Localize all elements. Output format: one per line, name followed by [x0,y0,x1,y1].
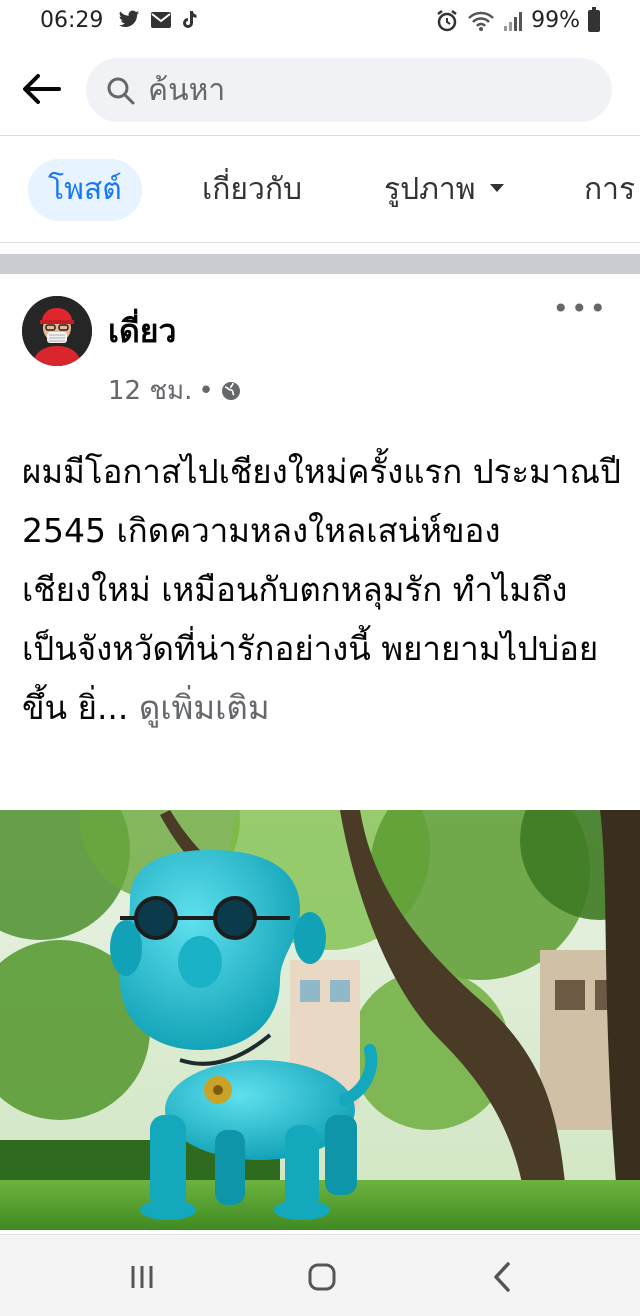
signal-icon [504,11,523,31]
back-button[interactable] [18,66,64,112]
meta-separator: • [198,375,214,406]
search-icon [107,77,135,105]
tab-posts[interactable]: โพสต์ [28,159,142,221]
status-bar: 06:29 99% [0,0,640,44]
recents-icon [131,1266,153,1288]
photo-image [0,810,640,1230]
tab-photos[interactable]: รูปภาพ [384,159,504,221]
caret-down-icon [489,183,504,192]
search-input[interactable] [148,68,588,112]
post-body: ผมมีโอกาสไปเชียงใหม่ครั้งแรก ประมาณปี 25… [22,452,621,727]
tab-about[interactable]: เกี่ยวกับ [202,159,302,221]
battery-icon [588,6,600,32]
avatar-image [22,296,92,366]
home-icon [308,1263,336,1291]
wifi-icon [468,11,494,31]
search-box[interactable] [86,58,612,122]
profile-tabs: โพสต์ เกี่ยวกับ รูปภาพ การ [0,137,640,243]
section-divider [0,254,640,274]
system-nav-bar [0,1234,640,1316]
home-button[interactable] [302,1259,342,1295]
post-time[interactable]: 12 ชม. [108,370,192,411]
back-arrow-icon [23,74,61,104]
mail-icon [151,12,171,28]
alarm-icon [437,9,457,31]
recent-apps-button[interactable] [122,1259,162,1295]
tab-photos-label: รูปภาพ [384,172,476,207]
battery-percent: 99% [531,8,580,33]
post-photo[interactable] [0,810,640,1230]
post-card: เดี่ยว 12 ชม. • ••• ผมมีโอกาสไปเชียงใหม่… [0,274,640,1234]
avatar[interactable] [22,296,92,366]
twitter-icon [118,10,140,27]
post-meta: 12 ชม. • [108,370,242,411]
status-time: 06:29 [40,8,104,33]
chevron-left-icon [494,1262,510,1292]
tab-more[interactable]: การ [584,159,635,221]
system-back-button[interactable] [482,1259,522,1295]
see-more-link[interactable]: ดูเพิ่มเติม [139,688,270,727]
search-header [0,44,640,136]
author-name[interactable]: เดี่ยว [108,306,176,357]
more-options-button[interactable]: ••• [552,295,608,323]
post-text: ผมมีโอกาสไปเชียงใหม่ครั้งแรก ประมาณปี 25… [22,442,622,737]
globe-icon [221,381,240,400]
tiktok-icon [183,11,197,28]
